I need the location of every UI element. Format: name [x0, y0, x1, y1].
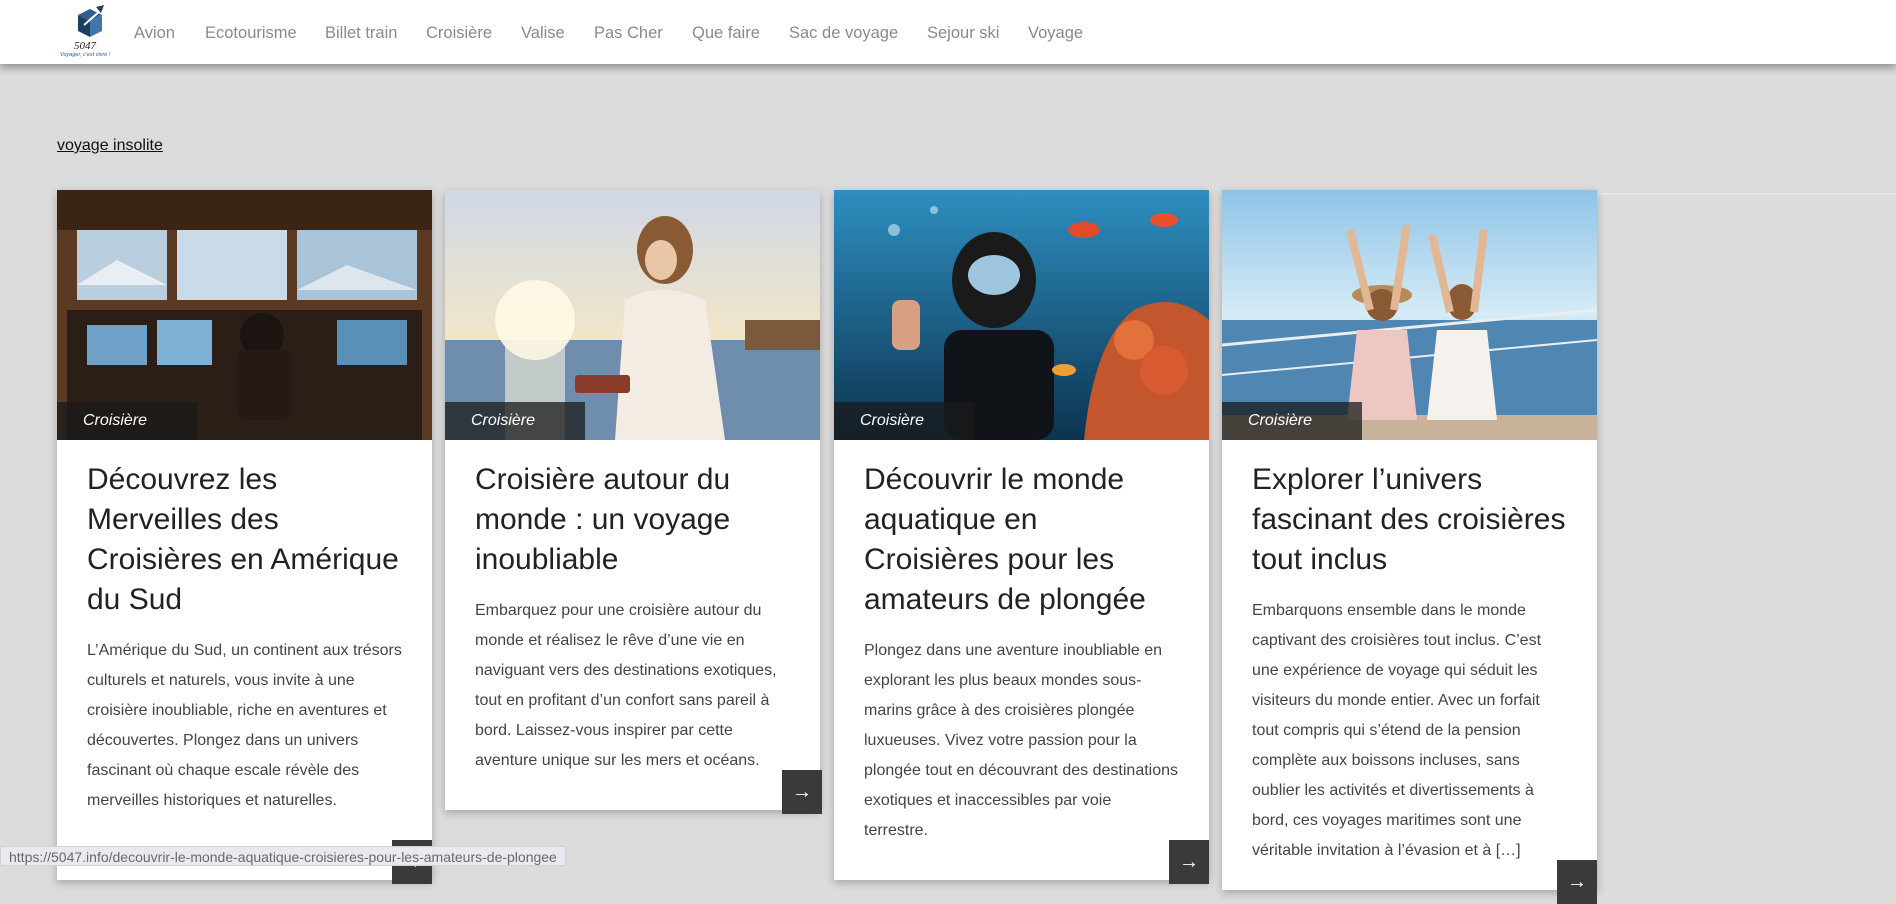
post-excerpt: L’Amérique du Sud, un continent aux trés… — [87, 642, 402, 809]
post-thumbnail[interactable]: Croisière — [445, 190, 820, 440]
post-card: Croisière Croisière autour du monde : un… — [445, 190, 822, 814]
cube-logo-icon — [78, 5, 104, 37]
post-thumbnail[interactable]: Croisière — [834, 190, 1209, 440]
site-logo[interactable]: 5047 Voyager, c'est vivre ! — [58, 3, 118, 59]
post-title[interactable]: Découvrez les Merveilles des Croisières … — [57, 460, 432, 620]
category-badge[interactable]: Croisière — [834, 402, 974, 440]
post-thumbnail[interactable]: Croisière — [57, 190, 432, 440]
site-header: 5047 Voyager, c'est vivre ! Avion Ecotou… — [0, 0, 1896, 64]
read-more-button[interactable]: → — [782, 770, 822, 814]
post-title[interactable]: Découvrir le monde aquatique en Croisièr… — [834, 460, 1209, 620]
category-badge[interactable]: Croisière — [445, 402, 585, 440]
post-card: Croisière Découvrir le monde aquatique e… — [834, 190, 1209, 884]
nav-item-sejour-ski[interactable]: Sejour ski — [927, 24, 999, 43]
nav-item-croisiere[interactable]: Croisière — [426, 24, 492, 43]
logo-number: 5047 — [74, 40, 96, 52]
category-badge[interactable]: Croisière — [57, 402, 197, 440]
read-more-button[interactable]: → — [1557, 860, 1597, 904]
nav-item-voyage[interactable]: Voyage — [1028, 24, 1083, 43]
post-excerpt: Embarquez pour une croisière autour du m… — [475, 602, 777, 769]
post-excerpt: Plongez dans une aventure inoubliable en… — [864, 642, 1179, 839]
status-bar-url: https://5047.info/decouvrir-le-monde-aqu… — [0, 846, 566, 866]
nav-item-billet-train[interactable]: Billet train — [325, 24, 397, 43]
post-excerpt: Embarquons ensemble dans le monde captiv… — [1252, 602, 1542, 859]
read-more-button[interactable]: → — [1169, 840, 1209, 884]
divider — [1598, 193, 1896, 195]
logo-tagline: Voyager, c'est vivre ! — [60, 52, 111, 58]
nav-item-pas-cher[interactable]: Pas Cher — [594, 24, 663, 43]
post-thumbnail[interactable]: Croisière — [1222, 190, 1597, 440]
nav-item-avion[interactable]: Avion — [134, 24, 175, 43]
post-card: Croisière Découvrez les Merveilles des C… — [57, 190, 432, 884]
nav-item-sac-de-voyage[interactable]: Sac de voyage — [789, 24, 898, 43]
nav-item-que-faire[interactable]: Que faire — [692, 24, 760, 43]
post-card: Croisière Explorer l’univers fascinant d… — [1222, 190, 1597, 904]
post-title[interactable]: Croisière autour du monde : un voyage in… — [445, 460, 820, 580]
category-badge[interactable]: Croisière — [1222, 402, 1362, 440]
category-link[interactable]: voyage insolite — [57, 137, 163, 155]
post-title[interactable]: Explorer l’univers fascinant des croisiè… — [1222, 460, 1597, 580]
nav-item-valise[interactable]: Valise — [521, 24, 565, 43]
nav-item-ecotourisme[interactable]: Ecotourisme — [205, 24, 297, 43]
